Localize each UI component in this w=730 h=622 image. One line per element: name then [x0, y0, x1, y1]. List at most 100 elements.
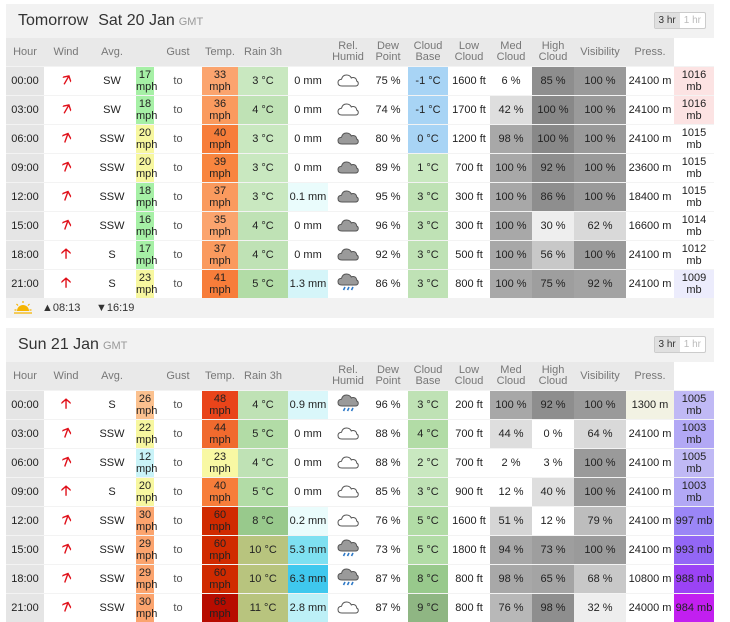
- weather-icon-cell: [328, 211, 368, 241]
- day-title: Sun 21 Jan GMT: [18, 336, 127, 354]
- rain-cell: 2.8 mm: [288, 593, 328, 622]
- visibility-cell: 24100 m: [626, 95, 674, 125]
- high-cloud-cell: 92 %: [574, 269, 626, 298]
- column-header: Hour: [6, 362, 44, 391]
- pressure-cell: 1016 mb: [674, 66, 714, 96]
- to-label: to: [154, 506, 202, 536]
- wind-avg-cell: 18 mph: [136, 182, 157, 212]
- toggle-3hr[interactable]: 3 hr: [654, 13, 680, 28]
- column-header: [136, 362, 154, 391]
- med-cloud-cell: 92 %: [532, 153, 574, 183]
- low-cloud-cell: 12 %: [490, 477, 532, 507]
- visibility-cell: 24100 m: [626, 269, 674, 298]
- high-cloud-cell: 100 %: [574, 390, 626, 420]
- wind-direction-label: SSW: [88, 535, 136, 565]
- column-header: High Cloud: [532, 362, 574, 391]
- toggle-3hr[interactable]: 3 hr: [654, 337, 680, 352]
- humidity-cell: 96 %: [368, 211, 408, 241]
- med-cloud-cell: 30 %: [532, 211, 574, 241]
- table-row: 03:00 🡡 SSW 22 mph to 44 mph 5 °C 0 mm 88 % 4 °C 7…: [6, 419, 714, 449]
- pressure-cell: 1009 mb: [674, 269, 714, 298]
- toggle-1hr[interactable]: 1 hr: [680, 337, 705, 352]
- pressure-cell: 1014 mb: [674, 211, 714, 241]
- cloud-dark-icon: [337, 218, 359, 236]
- dew-point-cell: 0 °C: [408, 124, 448, 154]
- high-cloud-cell: 100 %: [574, 95, 626, 125]
- cloud-base-cell: 1700 ft: [448, 95, 490, 125]
- visibility-cell: 10800 m: [626, 564, 674, 594]
- column-header: High Cloud: [532, 38, 574, 67]
- pressure-cell: 1003 mb: [674, 419, 714, 449]
- weather-icon-cell: [328, 564, 368, 594]
- column-header: Avg.: [88, 38, 136, 67]
- table-row: 12:00 🡡 SSW 30 mph to 60 mph 8 °C 0.2 mm 76 % 5 °…: [6, 506, 714, 536]
- table-row: 06:00 🡡 SSW 12 mph to 23 mph 4 °C 0 mm 88 % 2 °C 7…: [6, 448, 714, 478]
- dew-point-cell: 2 °C: [408, 448, 448, 478]
- pressure-cell: 1016 mb: [674, 95, 714, 125]
- visibility-cell: 24100 m: [626, 240, 674, 270]
- temperature-cell: 11 °C: [238, 593, 288, 622]
- temperature-cell: 5 °C: [238, 477, 288, 507]
- med-cloud-cell: 92 %: [532, 390, 574, 420]
- cloud-base-cell: 700 ft: [448, 448, 490, 478]
- rain-cell: 0 mm: [288, 448, 328, 478]
- humidity-cell: 80 %: [368, 124, 408, 154]
- cloud-icon: [337, 455, 359, 473]
- high-cloud-cell: 100 %: [574, 153, 626, 183]
- wind-direction-label: S: [88, 269, 136, 298]
- wind-avg-cell: 17 mph: [136, 66, 157, 96]
- wind-avg-cell: 23 mph: [136, 269, 157, 298]
- wind-avg-cell: 12 mph: [136, 448, 157, 478]
- column-header: Gust: [154, 38, 202, 67]
- hour-cell: 00:00: [6, 66, 44, 96]
- cloud-base-cell: 300 ft: [448, 182, 490, 212]
- wind-avg-cell: 22 mph: [136, 419, 157, 449]
- pressure-cell: 1015 mb: [674, 153, 714, 183]
- column-header: [136, 38, 154, 67]
- column-header: Hour: [6, 38, 44, 67]
- cloud-icon: [337, 426, 359, 444]
- visibility-cell: 24100 m: [626, 535, 674, 565]
- wind-direction-label: SSW: [88, 506, 136, 536]
- humidity-cell: 96 %: [368, 390, 408, 420]
- gust-cell: 39 mph: [202, 153, 238, 183]
- med-cloud-cell: 98 %: [532, 593, 574, 622]
- wind-direction-label: SSW: [88, 124, 136, 154]
- high-cloud-cell: 100 %: [574, 66, 626, 96]
- cloud-icon: [337, 484, 359, 502]
- temperature-cell: 4 °C: [238, 390, 288, 420]
- humidity-cell: 76 %: [368, 506, 408, 536]
- visibility-cell: 24000 m: [626, 593, 674, 622]
- temperature-cell: 5 °C: [238, 419, 288, 449]
- med-cloud-cell: 73 %: [532, 535, 574, 565]
- humidity-cell: 92 %: [368, 240, 408, 270]
- cloud-base-cell: 200 ft: [448, 390, 490, 420]
- cloud-dark-icon: [337, 189, 359, 207]
- to-label: to: [154, 564, 202, 594]
- column-header: Visibility: [574, 362, 626, 391]
- table-row: 03:00 🡡 SW 18 mph to 36 mph 4 °C 0 mm 74 % -1 °C 1…: [6, 95, 714, 125]
- high-cloud-cell: 100 %: [574, 477, 626, 507]
- low-cloud-cell: 6 %: [490, 66, 532, 96]
- visibility-cell: 24100 m: [626, 477, 674, 507]
- gust-cell: 37 mph: [202, 240, 238, 270]
- high-cloud-cell: 62 %: [574, 211, 626, 241]
- rain-cell: 0 mm: [288, 66, 328, 96]
- med-cloud-cell: 40 %: [532, 477, 574, 507]
- to-label: to: [154, 66, 202, 96]
- column-header: Med Cloud: [490, 38, 532, 67]
- pressure-cell: 988 mb: [674, 564, 714, 594]
- pressure-cell: 1015 mb: [674, 182, 714, 212]
- high-cloud-cell: 79 %: [574, 506, 626, 536]
- wind-avg-cell: 30 mph: [136, 506, 157, 536]
- temperature-cell: 10 °C: [238, 564, 288, 594]
- humidity-cell: 88 %: [368, 419, 408, 449]
- hour-cell: 18:00: [6, 564, 44, 594]
- med-cloud-cell: 0 %: [532, 419, 574, 449]
- column-header: Avg.: [88, 362, 136, 391]
- cloud-base-cell: 800 ft: [448, 564, 490, 594]
- dew-point-cell: 3 °C: [408, 269, 448, 298]
- wind-direction-cell: 🡡: [44, 153, 88, 183]
- toggle-1hr[interactable]: 1 hr: [680, 13, 705, 28]
- cloud-icon: [337, 513, 359, 531]
